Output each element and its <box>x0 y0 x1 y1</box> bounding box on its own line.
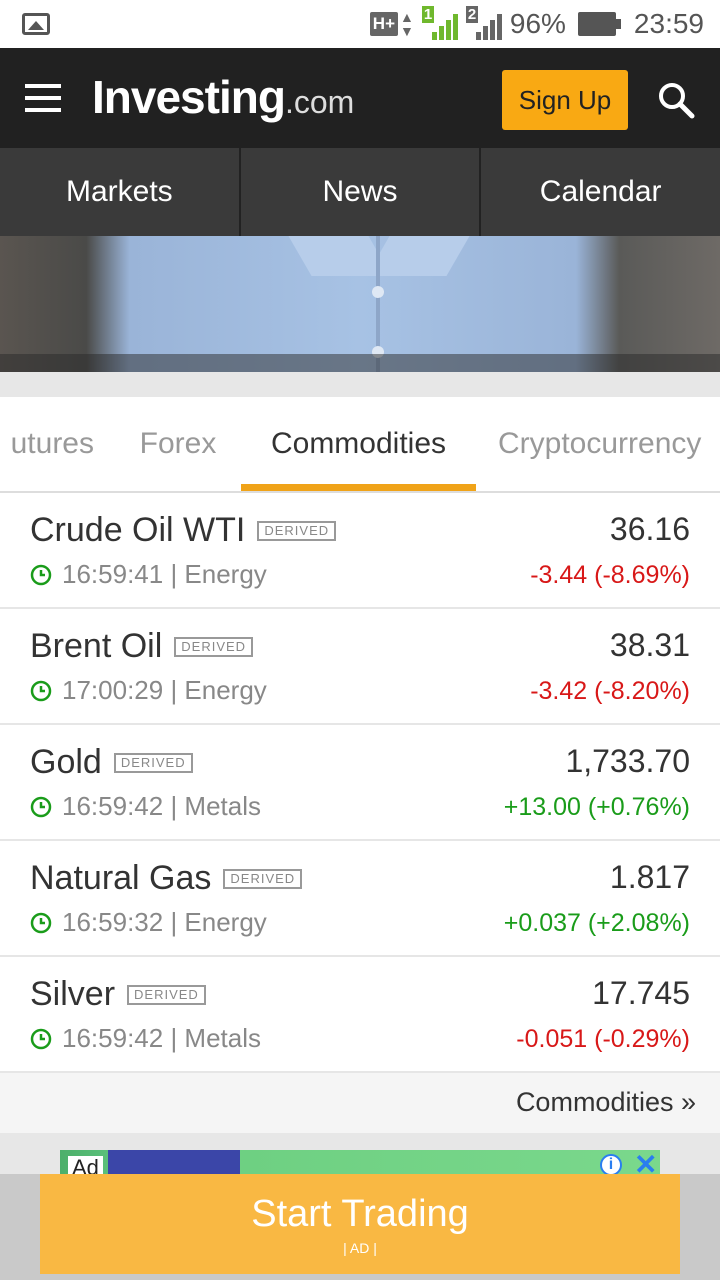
active-tab-indicator <box>241 484 476 491</box>
ad-info-icon[interactable]: i <box>600 1154 622 1176</box>
battery-percent: 96% <box>509 8 566 39</box>
price: 1,733.70 <box>565 743 690 779</box>
video-thumbnail[interactable] <box>0 236 720 372</box>
clock-icon <box>30 564 52 585</box>
update-time: 16:59:41 <box>62 559 164 589</box>
status-bar: H+ ▲ ▼ 1 2 96% 23:59 <box>0 0 720 48</box>
nav-news[interactable]: News <box>241 148 482 236</box>
tab-forex[interactable]: Forex <box>120 397 236 491</box>
more-commodities-bar: Commodities » <box>0 1073 720 1133</box>
derived-badge: DERIVED <box>113 752 193 773</box>
price-change: -3.42 (-8.20%) <box>530 677 690 705</box>
battery-icon <box>577 12 621 36</box>
category: Metals <box>184 1023 261 1053</box>
nav-calendar[interactable]: Calendar <box>481 148 720 236</box>
instrument-name: Crude Oil WTI <box>30 511 246 549</box>
instrument-name: Natural Gas <box>30 859 212 897</box>
clock-time: 23:59 <box>633 8 704 39</box>
update-time: 16:59:32 <box>62 907 164 937</box>
image-notification-icon <box>22 13 50 35</box>
commodities-list: Crude Oil WTI DERIVED 16:59:41 | Energy 3… <box>0 493 720 1073</box>
market-tabs: utures Forex Commodities Cryptocurrency <box>0 397 720 493</box>
start-trading-button[interactable]: Start Trading | AD | <box>40 1174 680 1274</box>
tab-commodities[interactable]: Commodities <box>241 397 476 491</box>
category: Metals <box>184 791 261 821</box>
list-item[interactable]: Crude Oil WTI DERIVED 16:59:41 | Energy 3… <box>0 493 720 609</box>
app-header: Investing .com Sign Up <box>0 48 720 148</box>
clock-icon <box>30 796 52 817</box>
status-icons: H+ ▲ ▼ 1 2 96% 23:59 <box>369 6 704 42</box>
derived-badge: DERIVED <box>174 636 254 657</box>
derived-badge: DERIVED <box>127 984 206 1005</box>
derived-badge: DERIVED <box>223 868 303 889</box>
list-item[interactable]: Natural Gas DERIVED 16:59:32 | Energy 1.8… <box>0 841 720 957</box>
clock-icon <box>30 680 52 701</box>
instrument-name: Brent Oil <box>30 627 163 665</box>
category: Energy <box>184 675 267 705</box>
instrument-name: Silver <box>30 975 116 1013</box>
ad-marker: | AD | <box>343 1239 377 1256</box>
price: 38.31 <box>609 627 690 663</box>
start-trading-label: Start Trading <box>251 1192 469 1235</box>
price-change: -3.44 (-8.69%) <box>530 561 690 589</box>
investing-logo[interactable]: Investing .com <box>92 70 354 124</box>
list-item[interactable]: Gold DERIVED 16:59:42 | Metals 1,733.70 +… <box>0 725 720 841</box>
category: Energy <box>184 907 267 937</box>
sign-up-button[interactable]: Sign Up <box>502 70 628 130</box>
update-time: 16:59:42 <box>62 1023 164 1053</box>
tab-futures[interactable]: utures <box>0 397 112 491</box>
search-icon[interactable] <box>656 80 696 120</box>
update-time: 16:59:42 <box>62 791 164 821</box>
instrument-name: Gold <box>30 743 102 781</box>
clock-icon <box>30 1028 52 1049</box>
clock-icon <box>30 912 52 933</box>
price: 36.16 <box>609 511 690 547</box>
price-change: +0.037 (+2.08%) <box>503 909 690 937</box>
price-change: -0.051 (-0.29%) <box>516 1025 690 1053</box>
category: Energy <box>184 559 267 589</box>
price: 1.817 <box>609 859 690 895</box>
list-item[interactable]: Silver DERIVED 16:59:42 | Metals 17.745 -… <box>0 957 720 1073</box>
hamburger-menu-icon[interactable] <box>25 84 61 112</box>
main-nav: Markets News Calendar <box>0 148 720 236</box>
network-type: H+ <box>369 12 399 36</box>
sim1-signal-icon: 1 <box>421 6 458 40</box>
tab-cryptocurrency[interactable]: Cryptocurrency <box>486 397 720 491</box>
update-time: 17:00:29 <box>62 675 164 705</box>
sim2-signal-icon: 2 <box>465 6 502 40</box>
data-activity-icon: ▲ ▼ <box>400 9 414 39</box>
price: 17.745 <box>592 975 690 1011</box>
price-change: +13.00 (+0.76%) <box>503 793 690 821</box>
derived-badge: DERIVED <box>257 520 337 541</box>
nav-markets[interactable]: Markets <box>0 148 241 236</box>
more-commodities-link[interactable]: Commodities » <box>516 1087 696 1118</box>
list-item[interactable]: Brent Oil DERIVED 17:00:29 | Energy 38.31… <box>0 609 720 725</box>
